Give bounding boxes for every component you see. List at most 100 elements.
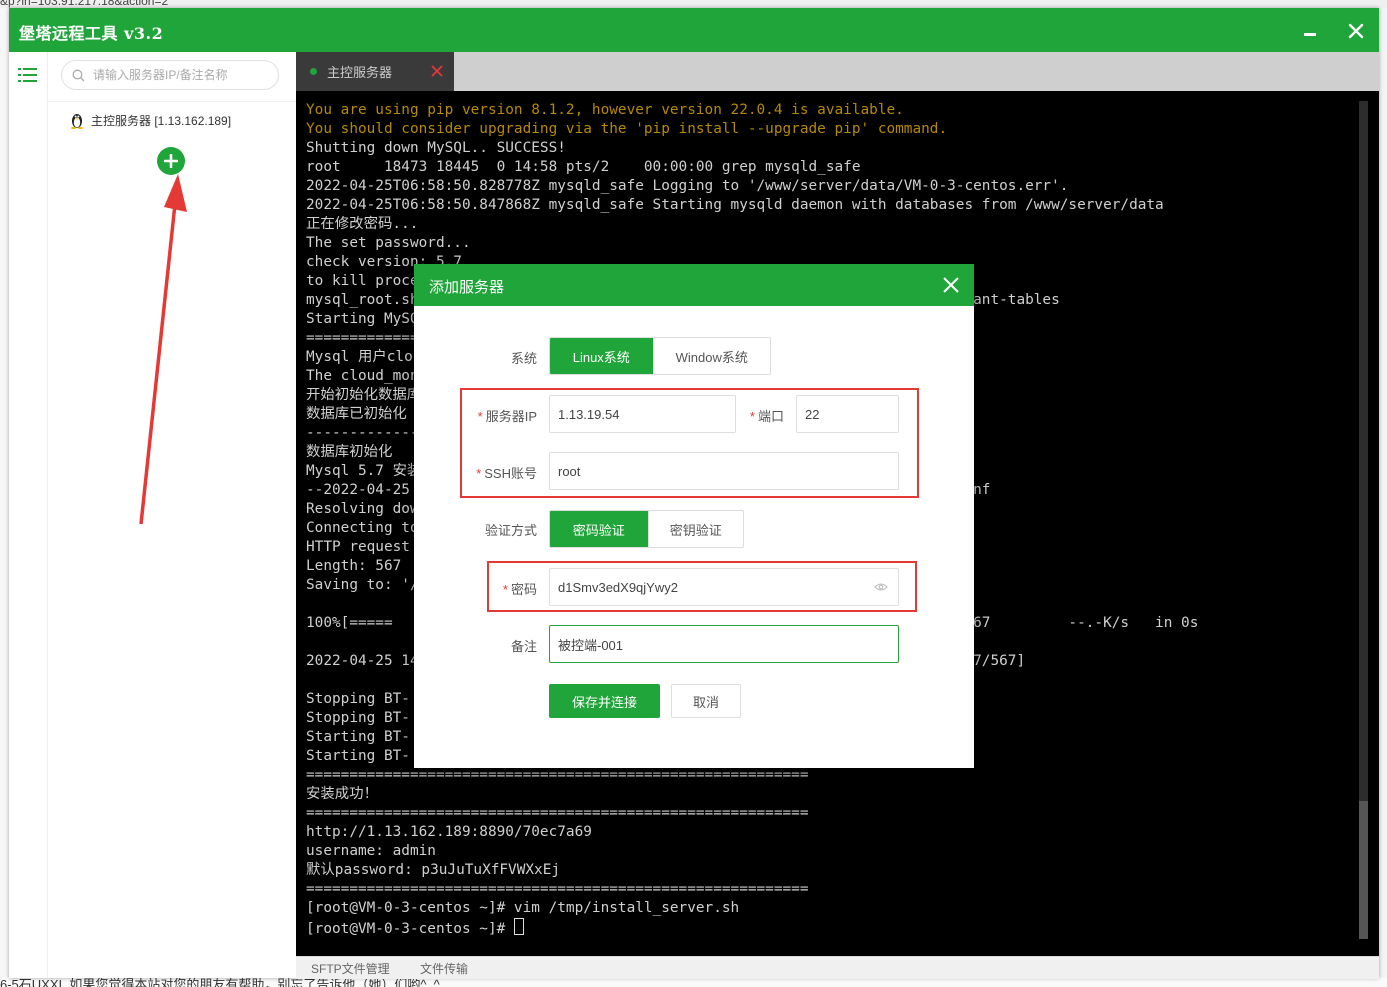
background-right-edge — [1379, 8, 1387, 987]
server-list-item-label: 主控服务器 [1.13.162.189] — [91, 113, 232, 128]
background-url-text: &p?in=103.91.217.18&action=2 — [0, 0, 169, 8]
bottom-tool-bar: SFTP文件管理 文件传输 — [296, 956, 1379, 979]
session-tab-bar: 主控服务器 — [296, 52, 1379, 91]
dialog-header: 添加服务器 — [414, 264, 974, 306]
server-list-item[interactable]: 主控服务器 [1.13.162.189] — [69, 110, 231, 130]
terminal-line: Starting BT- — [306, 729, 410, 745]
cancel-button[interactable]: 取消 — [671, 684, 741, 718]
minimize-button[interactable] — [1295, 16, 1325, 46]
background-left-edge — [0, 8, 9, 987]
server-search-input[interactable] — [91, 67, 265, 83]
terminal-scrollbar[interactable] — [1359, 101, 1368, 939]
terminal-line: Starting MySQL — [306, 311, 428, 327]
terminal-line: root 18473 18445 0 14:58 pts/2 00:00:00 … — [306, 159, 861, 175]
close-icon — [1348, 23, 1364, 39]
auth-method-selector: 密码验证 密钥验证 — [549, 510, 744, 548]
terminal-line: ========================================… — [306, 767, 809, 783]
terminal-line: [root@VM-0-3-centos ~]# vim /tmp/install… — [306, 900, 740, 916]
password-input[interactable] — [550, 569, 850, 605]
server-ip-label: * 服务器IP — [454, 406, 537, 425]
dialog-title: 添加服务器 — [429, 279, 505, 296]
terminal-line: 开始初始化数据库 — [306, 387, 422, 403]
terminal-line: HTTP request — [306, 539, 410, 555]
sidebar: 主控服务器 [1.13.162.189] — [9, 52, 297, 978]
terminal-line: Shutting down MySQL.. SUCCESS! — [306, 140, 566, 156]
server-ip-label-text: 服务器IP — [485, 409, 537, 424]
add-server-dialog: 添加服务器 系统 Linux系统 Window系统 *服务器IP *端口 *SS… — [414, 264, 974, 768]
terminal-warn-line: You are using pip version 8.1.2, however… — [306, 102, 904, 118]
system-label: 系统 — [510, 351, 537, 366]
auth-method-label: 验证方式 — [484, 523, 537, 538]
auth-option-password[interactable]: 密码验证 — [550, 511, 648, 547]
required-marker: * — [749, 409, 755, 424]
server-ip-field[interactable] — [549, 395, 736, 433]
terminal-cursor — [513, 918, 524, 935]
required-marker: * — [502, 582, 508, 597]
tab-sftp[interactable]: SFTP文件管理 — [311, 960, 390, 977]
terminal-line: 2022-04-25T06:58:50.828778Z mysqld_safe … — [306, 178, 1069, 194]
terminal-line: [root@VM-0-3-centos ~]# — [306, 921, 514, 937]
terminal-line: Stopping BT- — [306, 710, 410, 726]
tab-main-server[interactable]: 主控服务器 — [296, 52, 454, 91]
required-marker: * — [476, 466, 482, 481]
password-label-text: 密码 — [510, 582, 537, 597]
save-and-connect-button[interactable]: 保存并连接 — [549, 684, 660, 718]
background-browser-strip: &p?in=103.91.217.18&action=2 — [0, 0, 1387, 8]
terminal-line: ========================================… — [306, 805, 809, 821]
terminal-line: 默认password: p3uJuTuXfFVWXxEj — [306, 862, 561, 878]
add-server-button[interactable] — [157, 147, 185, 175]
terminal-line: 正在修改密码... — [306, 216, 419, 232]
port-field[interactable] — [796, 395, 899, 433]
terminal-line: The set password... — [306, 235, 471, 251]
background-bottom-text: 6-5石UXXI, 如果您觉得本站对您的朋友有帮助，别忘了告诉他（她）们哟^_^ — [0, 978, 440, 987]
password-label: * 密码 — [454, 579, 537, 598]
note-input[interactable] — [550, 626, 898, 662]
minimize-icon — [1304, 32, 1316, 36]
close-tab-icon[interactable] — [430, 64, 444, 78]
plus-icon — [164, 154, 178, 168]
terminal-line: 2022-04-25T06:58:50.847868Z mysqld_safe … — [306, 197, 1164, 213]
terminal-line: username: admin — [306, 843, 436, 859]
terminal-line: Saving to: '/ — [306, 577, 419, 593]
ssh-account-field[interactable] — [549, 452, 899, 490]
eye-icon[interactable] — [874, 582, 888, 592]
note-label: 备注 — [510, 639, 537, 654]
terminal-warn-line: You should consider upgrading via the 'p… — [306, 121, 948, 137]
system-option-linux[interactable]: Linux系统 — [550, 338, 653, 374]
system-option-windows[interactable]: Window系统 — [652, 338, 770, 374]
terminal-line: The cloud_mon — [306, 368, 419, 384]
port-input[interactable] — [797, 396, 898, 432]
terminal-line: ========================================… — [306, 881, 809, 897]
sidebar-divider-vertical — [47, 52, 48, 978]
close-window-button[interactable] — [1341, 16, 1371, 46]
server-ip-input[interactable] — [550, 396, 735, 432]
ssh-account-label-text: SSH账号 — [484, 466, 537, 481]
annotation-arrow — [139, 174, 187, 525]
sidebar-divider-horizontal — [48, 101, 296, 102]
linux-penguin-icon — [71, 114, 83, 129]
note-field[interactable] — [549, 625, 899, 663]
ssh-account-label: * SSH账号 — [454, 463, 537, 482]
terminal-line: 数据库初始化 — [306, 444, 393, 460]
window-title: 堡塔远程工具 v3.2 — [19, 24, 164, 43]
terminal-line: 安装成功！ — [306, 786, 378, 802]
server-search-box[interactable] — [61, 60, 279, 90]
connection-status-dot — [310, 68, 317, 75]
title-bar[interactable]: 堡塔远程工具 v3.2 — [9, 8, 1379, 52]
tab-label: 主控服务器 — [327, 65, 393, 80]
tab-file-transfer[interactable]: 文件传输 — [420, 960, 468, 977]
terminal-line: Starting BT- — [306, 748, 410, 764]
search-icon — [72, 69, 85, 81]
terminal-scroll-thumb[interactable] — [1359, 801, 1368, 939]
background-bottom-strip: 6-5石UXXI, 如果您觉得本站对您的朋友有帮助，别忘了告诉他（她）们哟^_^ — [0, 978, 1387, 987]
required-marker: * — [477, 409, 483, 424]
port-label-text: 端口 — [757, 409, 784, 424]
ssh-account-input[interactable] — [550, 453, 898, 489]
port-label: * 端口 — [740, 406, 784, 425]
list-menu-icon[interactable] — [17, 66, 39, 84]
auth-option-key[interactable]: 密钥验证 — [647, 511, 743, 547]
dialog-close-icon[interactable] — [942, 276, 960, 294]
terminal-line: Stopping BT- — [306, 691, 410, 707]
system-selector: Linux系统 Window系统 — [549, 337, 771, 375]
password-field[interactable] — [549, 568, 899, 606]
